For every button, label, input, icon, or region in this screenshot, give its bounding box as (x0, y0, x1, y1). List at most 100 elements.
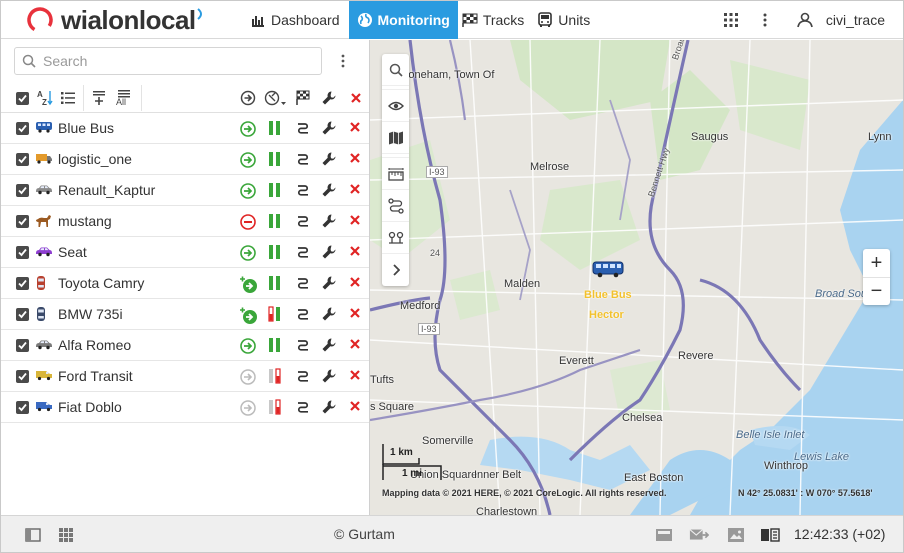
unit-name[interactable]: Blue Bus (58, 120, 114, 136)
delete-icon[interactable] (349, 400, 363, 414)
nav-tracks[interactable]: Tracks (458, 1, 533, 39)
delete-icon[interactable] (349, 276, 363, 290)
unit-row[interactable]: BMW 735i (1, 299, 369, 330)
sensor-bars-icon[interactable] (267, 213, 283, 229)
unit-row[interactable]: Toyota Camry (1, 268, 369, 299)
offline-arrow-icon[interactable] (239, 368, 257, 386)
map-search-button[interactable] (382, 54, 409, 86)
list-view-button[interactable] (57, 87, 79, 109)
reader-button[interactable] (760, 525, 780, 545)
sensor-bars-icon[interactable] (267, 151, 283, 167)
unit-name[interactable]: Renault_Kaptur (58, 182, 155, 198)
unit-name[interactable]: logistic_one (58, 151, 132, 167)
column-state-header[interactable] (237, 87, 259, 109)
unit-row[interactable]: Renault_Kaptur (1, 175, 369, 206)
unit-checkbox[interactable] (16, 308, 29, 321)
column-connection-header[interactable] (264, 87, 286, 109)
track-icon[interactable] (295, 182, 311, 198)
delete-icon[interactable] (349, 152, 363, 166)
track-icon[interactable] (295, 151, 311, 167)
unit-checkbox[interactable] (16, 370, 29, 383)
unit-checkbox[interactable] (16, 153, 29, 166)
add-all-button[interactable]: All (113, 87, 135, 109)
unit-name[interactable]: BMW 735i (58, 306, 123, 322)
unit-checkbox[interactable] (16, 215, 29, 228)
toggle-panel-button[interactable] (23, 525, 43, 545)
stopped-icon[interactable] (239, 213, 257, 231)
map-layers-button[interactable] (382, 122, 409, 154)
unit-checkbox[interactable] (16, 184, 29, 197)
notifications-button[interactable] (654, 525, 674, 545)
delete-icon[interactable] (349, 121, 363, 135)
unit-name[interactable]: Alfa Romeo (58, 337, 131, 353)
map-view[interactable]: Stoneham, Town Of Melrose Saugus Lynn Malden… (370, 40, 903, 515)
track-icon[interactable] (295, 213, 311, 229)
map-points-button[interactable] (382, 222, 409, 254)
unit-checkbox[interactable] (16, 401, 29, 414)
logo[interactable]: wialonlocal (1, 1, 246, 39)
column-delete-header[interactable] (345, 87, 367, 109)
delete-icon[interactable] (349, 245, 363, 259)
sensor-bars-icon[interactable] (267, 182, 283, 198)
wrench-icon[interactable] (321, 120, 337, 136)
moving-arrow-icon[interactable] (239, 182, 257, 200)
search-input[interactable] (43, 53, 313, 69)
list-options-button[interactable] (333, 50, 353, 72)
sort-az-button[interactable]: A Z (34, 87, 56, 109)
unit-row[interactable]: Fiat Doblo (1, 392, 369, 423)
user-name[interactable]: civi_trace (822, 12, 903, 28)
sensor-bars-icon[interactable] (267, 275, 283, 291)
messages-button[interactable] (689, 525, 709, 545)
unit-checkbox[interactable] (16, 277, 29, 290)
moving-arrow-icon[interactable] (239, 337, 257, 355)
track-icon[interactable] (295, 306, 311, 322)
unit-name[interactable]: mustang (58, 213, 112, 229)
unit-row[interactable]: mustang (1, 206, 369, 237)
wrench-icon[interactable] (321, 399, 337, 415)
zoom-in-button[interactable]: + (863, 249, 890, 277)
moving-arrow-icon[interactable] (239, 244, 257, 262)
user-button[interactable] (788, 1, 822, 39)
sensor-bars-icon[interactable] (267, 337, 283, 353)
header-more-button[interactable] (748, 1, 782, 39)
track-icon[interactable] (295, 275, 311, 291)
offline-arrow-icon[interactable] (239, 399, 257, 417)
gallery-button[interactable] (726, 525, 746, 545)
unit-row[interactable]: Blue Bus (1, 113, 369, 144)
wrench-icon[interactable] (321, 244, 337, 260)
select-all-checkbox[interactable] (11, 87, 33, 109)
moving-arrow-icon[interactable] (239, 275, 257, 293)
delete-icon[interactable] (349, 183, 363, 197)
wrench-icon[interactable] (321, 151, 337, 167)
add-to-list-button[interactable] (88, 87, 110, 109)
track-icon[interactable] (295, 120, 311, 136)
wrench-icon[interactable] (321, 306, 337, 322)
sensor-bars-icon[interactable] (267, 306, 283, 322)
column-tracks-header[interactable] (292, 87, 314, 109)
track-icon[interactable] (295, 368, 311, 384)
wrench-icon[interactable] (321, 213, 337, 229)
map-route-button[interactable] (382, 190, 409, 222)
sensor-bars-icon[interactable] (267, 244, 283, 260)
unit-marker-blue-bus[interactable] (592, 260, 624, 281)
map-ruler-button[interactable] (382, 158, 409, 190)
moving-arrow-icon[interactable] (239, 306, 257, 324)
nav-units[interactable]: Units (533, 1, 599, 39)
unit-checkbox[interactable] (16, 246, 29, 259)
apps-grid-button[interactable] (714, 1, 748, 39)
unit-row[interactable]: Seat (1, 237, 369, 268)
wrench-icon[interactable] (321, 368, 337, 384)
unit-row[interactable]: Alfa Romeo (1, 330, 369, 361)
unit-checkbox[interactable] (16, 339, 29, 352)
delete-icon[interactable] (349, 338, 363, 352)
moving-arrow-icon[interactable] (239, 120, 257, 138)
track-icon[interactable] (295, 337, 311, 353)
nav-dashboard[interactable]: Dashboard (246, 1, 349, 39)
sensor-bars-icon[interactable] (267, 399, 283, 415)
nav-monitoring[interactable]: Monitoring (348, 0, 458, 39)
delete-icon[interactable] (349, 369, 363, 383)
unit-name[interactable]: Toyota Camry (58, 275, 144, 291)
wrench-icon[interactable] (321, 337, 337, 353)
unit-name[interactable]: Ford Transit (58, 368, 133, 384)
wrench-icon[interactable] (321, 182, 337, 198)
